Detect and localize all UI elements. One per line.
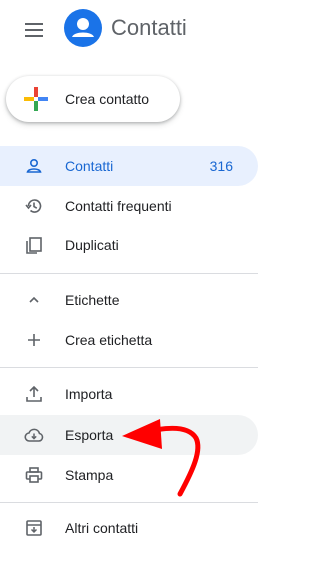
person-icon	[26, 158, 42, 173]
contacts-logo-icon[interactable]	[64, 9, 102, 47]
chevron-up-icon	[29, 296, 39, 303]
cloud-download-icon	[24, 428, 44, 442]
sidebar-item-export[interactable]: Esporta	[0, 415, 258, 455]
divider	[0, 367, 258, 368]
contacts-count-badge: 316	[209, 158, 233, 174]
sidebar-item-label: Crea etichetta	[65, 332, 153, 348]
sidebar-item-label: Stampa	[65, 467, 114, 483]
plus-icon	[28, 334, 40, 346]
sidebar-item-label: Altri contatti	[65, 520, 139, 536]
sidebar-item-contacts[interactable]: Contatti 316	[0, 146, 258, 186]
sidebar-item-print[interactable]: Stampa	[0, 455, 258, 495]
sidebar-item-labels-toggle[interactable]: Etichette	[0, 280, 258, 320]
sidebar-item-import[interactable]: Importa	[0, 374, 258, 414]
sidebar-item-duplicates[interactable]: Duplicati	[0, 225, 258, 265]
menu-icon[interactable]	[22, 19, 48, 41]
sidebar-item-label: Etichette	[65, 292, 120, 308]
divider	[0, 502, 258, 503]
sidebar-item-create-label[interactable]: Crea etichetta	[0, 320, 258, 360]
divider	[0, 273, 258, 274]
plus-icon	[24, 87, 48, 111]
app-header: Contatti	[0, 0, 280, 60]
sidebar-item-frequent[interactable]: Contatti frequenti	[0, 186, 258, 226]
sidebar-item-label: Esporta	[65, 427, 114, 443]
sidebar-item-label: Duplicati	[65, 237, 119, 253]
sidebar-item-other-contacts[interactable]: Altri contatti	[0, 508, 258, 548]
app-title: Contatti	[111, 15, 187, 40]
history-icon	[25, 199, 42, 213]
copy-icon	[26, 237, 42, 254]
upload-icon	[26, 385, 42, 402]
sidebar-item-label: Contatti frequenti	[65, 198, 172, 214]
archive-icon	[26, 520, 42, 536]
printer-icon	[25, 467, 43, 483]
sidebar-item-label: Importa	[65, 386, 113, 402]
create-contact-label: Crea contatto	[65, 91, 150, 107]
create-contact-button[interactable]: Crea contatto	[6, 76, 180, 122]
sidebar-item-label: Contatti	[65, 158, 114, 174]
